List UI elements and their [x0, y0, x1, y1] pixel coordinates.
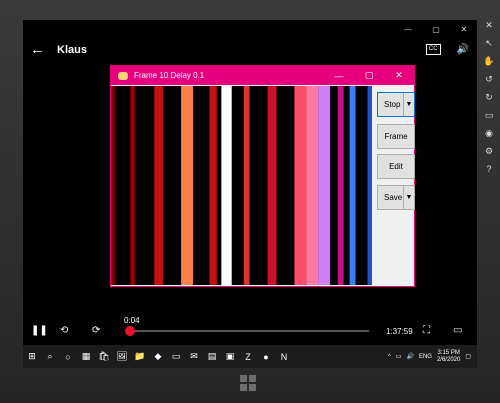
- stripe: [330, 86, 338, 285]
- taskbar: ⊞ ⌕ ○ ▦ 🛍 🖼 📁 ◆ ▭ ✉ ▤ ▣ Z ● N ^ ▭ 🔊 ENG …: [23, 345, 477, 368]
- hardware-windows-button[interactable]: [240, 375, 256, 391]
- stripe: [111, 86, 116, 285]
- save-dropdown-arrow-icon[interactable]: ▼: [403, 186, 414, 209]
- stripe: [367, 86, 372, 285]
- stripe: [115, 86, 131, 285]
- store-icon[interactable]: 🛍: [95, 345, 113, 368]
- window-icon[interactable]: ▭: [167, 345, 185, 368]
- volume-icon[interactable]: 🔊: [457, 44, 469, 55]
- stop-dropdown-arrow-icon[interactable]: ▼: [403, 93, 414, 116]
- clock-time: 3:15 PM: [437, 349, 460, 356]
- search-icon[interactable]: ⌕: [41, 345, 59, 368]
- photos-icon[interactable]: 🖼: [113, 345, 131, 368]
- app-screen: — ▢ ✕ ← Klaus CC 🔊 Frame 10 Delay 0.1 — …: [23, 20, 477, 368]
- task-manager-icon[interactable]: ▦: [77, 345, 95, 368]
- cursor-icon[interactable]: ↖: [485, 38, 493, 49]
- calculator-icon[interactable]: ▤: [203, 345, 221, 368]
- stripe: [337, 86, 344, 285]
- system-tray: ^ ▭ 🔊 ENG 3:15 PM 2/6/2020 ▢: [388, 350, 477, 364]
- filezilla-icon[interactable]: Z: [239, 345, 257, 368]
- window-controls: — ▢ ✕: [401, 25, 471, 34]
- volume-tray-icon[interactable]: 🔊: [406, 353, 413, 360]
- gif-titlebar: Frame 10 Delay 0.1 — ▢ ✕: [111, 66, 414, 85]
- right-sidebar: ✕ ↖ ✋ ↺ ↻ ▭ ◉ ⚙ ?: [479, 20, 499, 368]
- stripe: [221, 86, 232, 285]
- forward-30-icon[interactable]: ⟳: [92, 325, 100, 336]
- stripe: [276, 86, 295, 285]
- gif-controls-panel: Stop ▼ Frame Edit Save ▼: [373, 86, 415, 285]
- camera-icon[interactable]: ◉: [485, 128, 493, 139]
- visual-studio-icon[interactable]: ◆: [149, 345, 167, 368]
- mail-icon[interactable]: ✉: [185, 345, 203, 368]
- edit-button[interactable]: Edit: [377, 154, 415, 179]
- stripe-image: [111, 86, 372, 285]
- language-indicator[interactable]: ENG: [419, 354, 432, 360]
- page-title: Klaus: [57, 44, 87, 56]
- stripe: [243, 86, 250, 285]
- seek-bar[interactable]: [129, 330, 369, 332]
- top-icons: CC 🔊: [425, 44, 469, 55]
- netflix-icon[interactable]: N: [275, 345, 293, 368]
- stripe: [193, 86, 210, 285]
- start-windows-icon[interactable]: ⊞: [23, 345, 41, 368]
- back-arrow-icon[interactable]: ←: [30, 41, 45, 58]
- frame-button[interactable]: Frame: [377, 124, 415, 149]
- save-button[interactable]: Save ▼: [377, 185, 415, 210]
- stripe: [130, 86, 135, 285]
- seek-thumb[interactable]: [125, 326, 136, 336]
- terminal-icon[interactable]: ▣: [221, 345, 239, 368]
- stripe: [209, 86, 217, 285]
- clock-date: 2/6/2020: [436, 356, 461, 363]
- file-explorer-icon[interactable]: 📁: [131, 345, 149, 368]
- red-app-icon[interactable]: ●: [257, 345, 275, 368]
- stripe: [318, 86, 331, 285]
- minimize-button[interactable]: —: [401, 25, 415, 34]
- gif-window: Frame 10 Delay 0.1 — ▢ ✕ Stop ▼ Frame Ed…: [110, 65, 415, 287]
- gif-minimize-button[interactable]: —: [324, 71, 354, 81]
- stripe: [216, 86, 222, 285]
- duration-time: 1:37:59: [386, 327, 413, 336]
- restore-button[interactable]: ▢: [429, 25, 443, 34]
- gif-frame: [111, 86, 372, 285]
- save-button-label: Save: [384, 193, 403, 202]
- app-icon: [118, 71, 128, 80]
- stripe: [355, 86, 368, 285]
- chevron-up-icon[interactable]: ^: [388, 354, 391, 360]
- network-icon[interactable]: ▭: [396, 353, 402, 360]
- stripe: [267, 86, 277, 285]
- rotate-right-icon[interactable]: ↻: [485, 92, 493, 103]
- close-button[interactable]: ✕: [457, 25, 471, 34]
- elapsed-time: 0:04: [124, 316, 140, 325]
- gif-window-title: Frame 10 Delay 0.1: [134, 71, 205, 80]
- gif-maximize-button[interactable]: ▢: [354, 70, 384, 81]
- gif-close-button[interactable]: ✕: [384, 70, 414, 81]
- stripe: [181, 86, 194, 285]
- stripe: [249, 86, 268, 285]
- captions-icon[interactable]: CC: [425, 44, 441, 55]
- stripe: [294, 86, 307, 285]
- settings-icon[interactable]: ⚙: [485, 146, 493, 157]
- task-view-icon[interactable]: ○: [59, 345, 77, 368]
- stripe: [231, 86, 244, 285]
- fullscreen-icon[interactable]: ⛶: [423, 325, 430, 336]
- miniview-icon[interactable]: ▭: [453, 325, 462, 336]
- rotate-left-icon[interactable]: ↺: [485, 74, 493, 85]
- stripe: [163, 86, 182, 285]
- hand-icon[interactable]: ✋: [483, 56, 494, 67]
- stop-button-label: Stop: [384, 100, 401, 109]
- stop-button[interactable]: Stop ▼: [377, 92, 415, 117]
- notification-icon[interactable]: ▢: [465, 353, 471, 360]
- stripe: [306, 86, 319, 285]
- stripe: [134, 86, 155, 285]
- pause-icon[interactable]: ❚❚: [31, 325, 48, 336]
- help-icon[interactable]: ?: [486, 164, 491, 174]
- display-icon[interactable]: ▭: [485, 110, 494, 121]
- stripe: [343, 86, 350, 285]
- rewind-10-icon[interactable]: ⟲: [60, 325, 68, 336]
- stripe: [154, 86, 164, 285]
- pin-icon[interactable]: ✕: [485, 20, 493, 31]
- clock[interactable]: 3:15 PM 2/6/2020: [437, 350, 460, 364]
- stripe: [349, 86, 356, 285]
